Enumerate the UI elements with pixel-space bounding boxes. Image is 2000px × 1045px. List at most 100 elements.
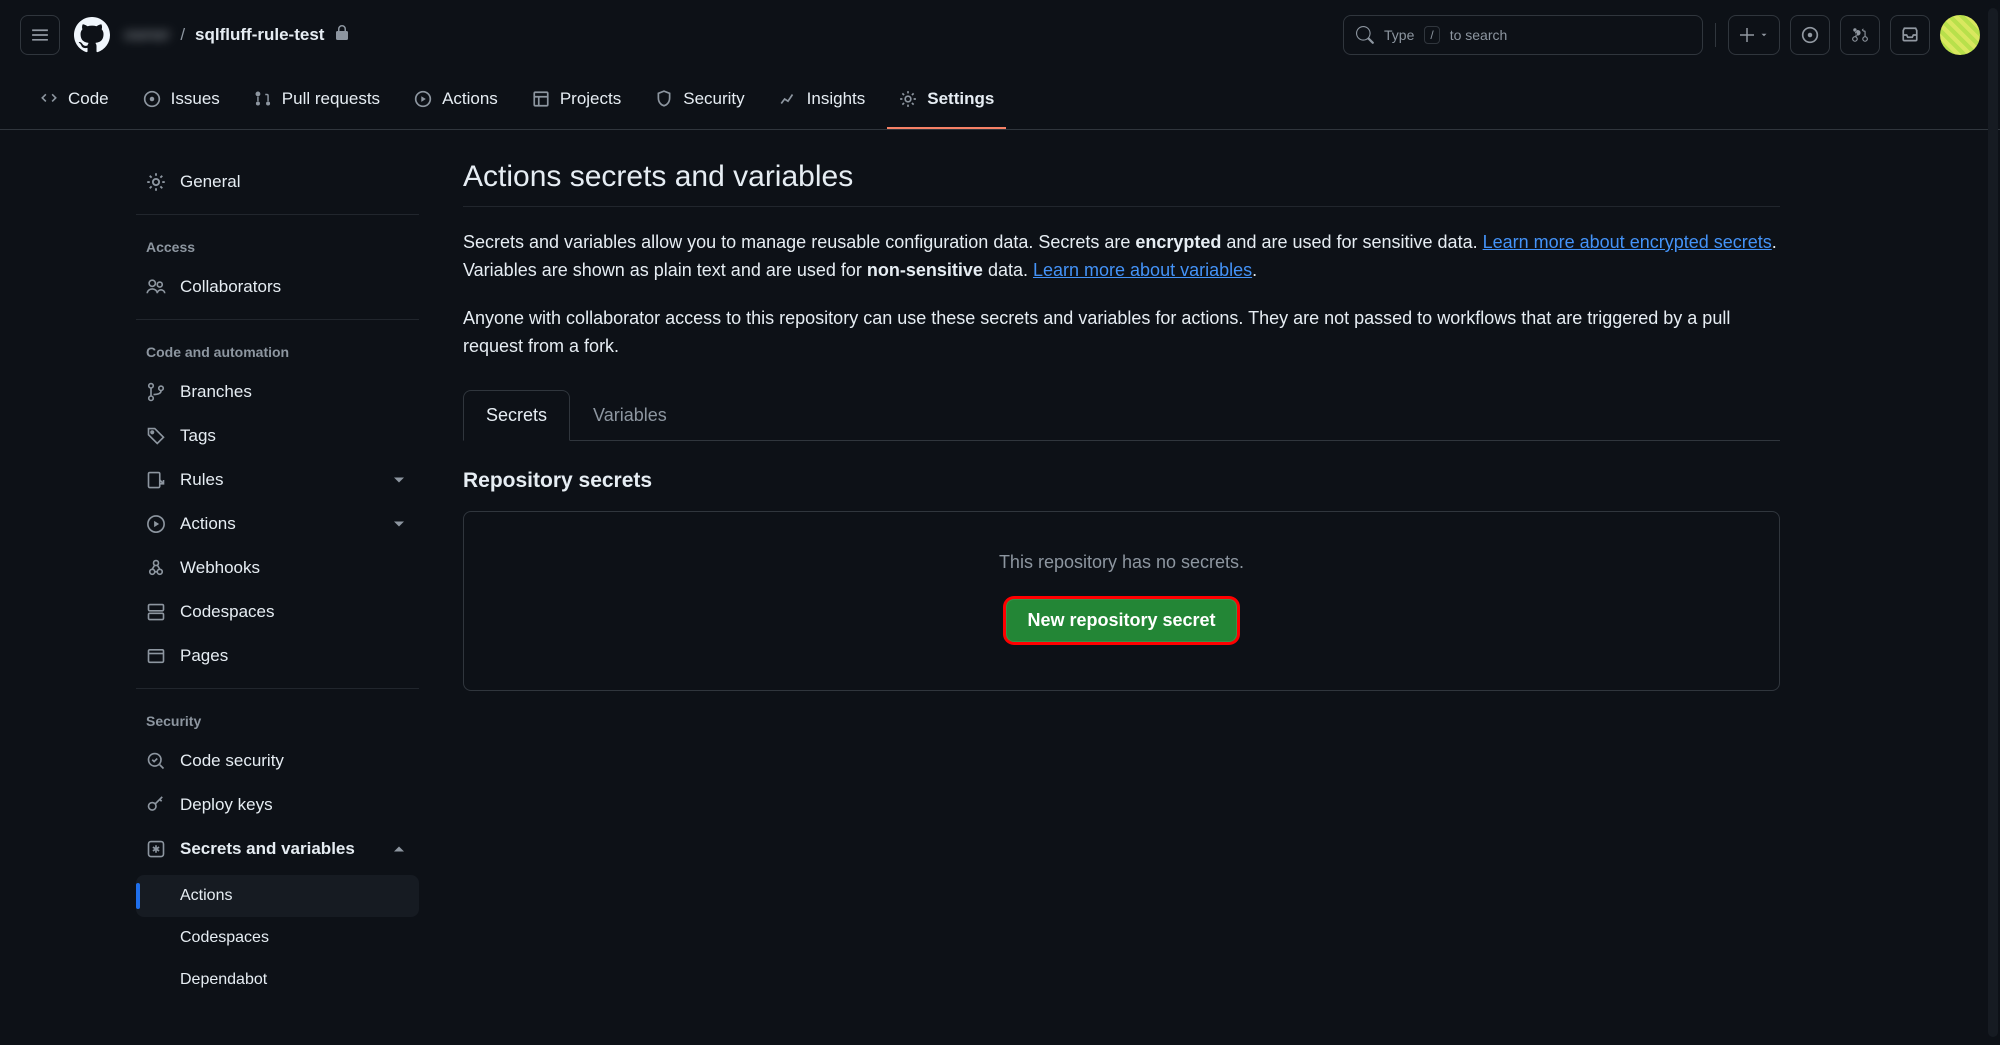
subnav-actions[interactable]: Actions: [136, 875, 419, 917]
projects-icon: [532, 90, 550, 108]
browser-icon: [146, 646, 166, 666]
people-icon: [146, 277, 166, 297]
webhook-icon: [146, 558, 166, 578]
play-icon: [414, 90, 432, 108]
github-mark-icon: [74, 17, 110, 53]
settings-layout: General Access Collaborators Code and au…: [0, 130, 2000, 1001]
sidebar-heading-automation: Code and automation: [136, 330, 419, 370]
tab-projects[interactable]: Projects: [520, 70, 633, 129]
tab-settings[interactable]: Settings: [887, 70, 1006, 129]
issue-dot-icon: [1801, 26, 1819, 44]
description-p1: Secrets and variables allow you to manag…: [463, 229, 1780, 285]
sidebar-codesec-label: Code security: [180, 751, 284, 771]
desc-encrypted: encrypted: [1135, 232, 1221, 252]
breadcrumb-separator: /: [180, 25, 185, 45]
sidebar-general-label: General: [180, 172, 240, 192]
new-repository-secret-button[interactable]: New repository secret: [1006, 599, 1236, 642]
search-input[interactable]: Type / to search: [1343, 15, 1703, 55]
subnav-dependabot[interactable]: Dependabot: [136, 959, 419, 1001]
sidebar-deploykeys-label: Deploy keys: [180, 795, 273, 815]
subnav-codespaces[interactable]: Codespaces: [136, 917, 419, 959]
gear-icon: [899, 90, 917, 108]
code-icon: [40, 90, 58, 108]
settings-sidebar: General Access Collaborators Code and au…: [0, 160, 445, 1001]
subnav-dependabot-label: Dependabot: [180, 971, 267, 989]
issues-button[interactable]: [1790, 15, 1830, 55]
sidebar-item-codespaces[interactable]: Codespaces: [136, 590, 419, 634]
desc-text: and are used for sensitive data.: [1221, 232, 1482, 252]
desc-nonsensitive: non-sensitive: [867, 260, 983, 280]
pull-requests-button[interactable]: [1840, 15, 1880, 55]
link-encrypted-secrets[interactable]: Learn more about encrypted secrets: [1483, 232, 1772, 252]
tab-pr-label: Pull requests: [282, 89, 380, 109]
tab-code[interactable]: Code: [28, 70, 121, 129]
tab-security-label: Security: [683, 89, 744, 109]
plus-icon: [1739, 27, 1755, 43]
sidebar-item-actions[interactable]: Actions: [136, 502, 419, 546]
codespaces-icon: [146, 602, 166, 622]
sidebar-item-rules[interactable]: Rules: [136, 458, 419, 502]
tab-actions[interactable]: Actions: [402, 70, 510, 129]
tab-insights[interactable]: Insights: [767, 70, 878, 129]
sidebar-item-general[interactable]: General: [136, 160, 419, 204]
description-p2: Anyone with collaborator access to this …: [463, 305, 1780, 361]
sidebar-webhooks-label: Webhooks: [180, 558, 260, 578]
desc-text: .: [1252, 260, 1257, 280]
avatar[interactable]: [1940, 15, 1980, 55]
subnav-actions-label: Actions: [180, 887, 232, 905]
lock-icon: [334, 25, 350, 46]
tab-issues-label: Issues: [171, 89, 220, 109]
sidebar-item-pages[interactable]: Pages: [136, 634, 419, 678]
tab-projects-label: Projects: [560, 89, 621, 109]
tab-issues[interactable]: Issues: [131, 70, 232, 129]
sidebar-secrets-label: Secrets and variables: [180, 839, 355, 859]
search-kbd: /: [1424, 26, 1439, 44]
tab-variables[interactable]: Variables: [570, 390, 690, 441]
tab-code-label: Code: [68, 89, 109, 109]
empty-message: This repository has no secrets.: [484, 552, 1759, 573]
key-asterisk-icon: [146, 839, 166, 859]
page-title: Actions secrets and variables: [463, 160, 1780, 207]
inbox-button[interactable]: [1890, 15, 1930, 55]
key-icon: [146, 795, 166, 815]
sidebar-item-secrets-variables[interactable]: Secrets and variables: [136, 827, 419, 871]
hamburger-icon: [31, 26, 49, 44]
desc-text: data.: [983, 260, 1033, 280]
separator: [1715, 23, 1716, 47]
hamburger-menu-button[interactable]: [20, 15, 60, 55]
tab-settings-label: Settings: [927, 89, 994, 109]
codescan-icon: [146, 751, 166, 771]
sidebar-item-code-security[interactable]: Code security: [136, 739, 419, 783]
chevron-down-icon: [389, 514, 409, 534]
breadcrumb-repo[interactable]: sqlfluff-rule-test: [195, 25, 324, 45]
sidebar-rules-label: Rules: [180, 470, 223, 490]
sidebar-actions-label: Actions: [180, 514, 236, 534]
sidebar-item-collaborators[interactable]: Collaborators: [136, 265, 419, 309]
secrets-variables-tabs: Secrets Variables: [463, 389, 1780, 441]
breadcrumb: owner / sqlfluff-rule-test: [124, 25, 350, 46]
link-variables[interactable]: Learn more about variables: [1033, 260, 1252, 280]
desc-text: Secrets and variables allow you to manag…: [463, 232, 1135, 252]
sidebar-item-webhooks[interactable]: Webhooks: [136, 546, 419, 590]
sidebar-heading-security: Security: [136, 699, 419, 739]
pr-icon: [254, 90, 272, 108]
tab-security[interactable]: Security: [643, 70, 756, 129]
sidebar-item-tags[interactable]: Tags: [136, 414, 419, 458]
git-branch-icon: [146, 382, 166, 402]
sidebar-collaborators-label: Collaborators: [180, 277, 281, 297]
create-new-button[interactable]: [1728, 15, 1780, 55]
sidebar-heading-access: Access: [136, 225, 419, 265]
sidebar-item-deploy-keys[interactable]: Deploy keys: [136, 783, 419, 827]
github-logo[interactable]: [72, 15, 112, 55]
breadcrumb-owner[interactable]: owner: [124, 25, 170, 45]
sidebar-item-branches[interactable]: Branches: [136, 370, 419, 414]
tab-pull-requests[interactable]: Pull requests: [242, 70, 392, 129]
tab-secrets[interactable]: Secrets: [463, 390, 570, 441]
inbox-icon: [1901, 26, 1919, 44]
sidebar-pages-label: Pages: [180, 646, 228, 666]
main-content: Actions secrets and variables Secrets an…: [445, 160, 2000, 1001]
subnav-codespaces-label: Codespaces: [180, 929, 269, 947]
scrollbar[interactable]: [1988, 8, 1998, 1037]
sidebar-tags-label: Tags: [180, 426, 216, 446]
gear-icon: [146, 172, 166, 192]
